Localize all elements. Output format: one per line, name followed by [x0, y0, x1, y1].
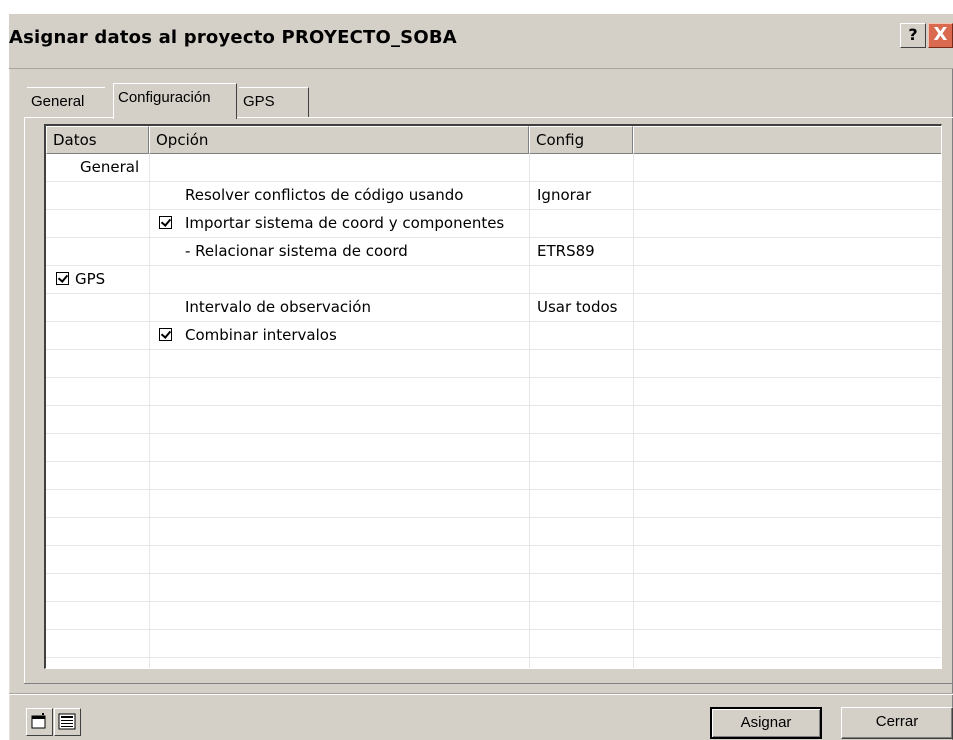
window-icon-button[interactable] [26, 708, 53, 736]
opcion-checkbox[interactable] [159, 210, 172, 238]
table-row[interactable]: GPS [46, 266, 941, 294]
title-separator [9, 68, 953, 69]
close-button[interactable]: Cerrar [841, 707, 953, 739]
datos-cell: GPS [75, 270, 106, 288]
table-row [46, 350, 941, 378]
column-header-datos[interactable]: Datos [46, 126, 149, 154]
assign-button[interactable]: Asignar [710, 707, 822, 739]
tab-general[interactable]: General [27, 87, 105, 117]
table-row [46, 490, 941, 518]
checkbox-checked-icon[interactable] [159, 216, 172, 229]
table-row [46, 378, 941, 406]
column-header-opcion[interactable]: Opción [149, 126, 529, 154]
help-button[interactable]: ? [900, 23, 926, 48]
table-row [46, 602, 941, 630]
opcion-cell: - Relacionar sistema de coord [185, 242, 408, 260]
opcion-cell: Combinar intervalos [185, 326, 337, 344]
tab-gps[interactable]: GPS [239, 87, 309, 117]
close-icon[interactable]: X [928, 23, 953, 48]
table-row [46, 574, 941, 602]
config-cell[interactable]: Usar todos [537, 294, 618, 322]
window-icon [31, 713, 46, 729]
opcion-cell: Resolver conflictos de código usando [185, 186, 464, 204]
title-bar[interactable]: Asignar datos al proyecto PROYECTO_SOBA … [9, 14, 953, 68]
table-row[interactable]: Importar sistema de coord y componentes [46, 210, 941, 238]
list-icon [58, 713, 76, 730]
grid-rows: General Resolver conflictos de código us… [46, 154, 941, 658]
opcion-cell: Intervalo de observación [185, 298, 371, 316]
table-row [46, 434, 941, 462]
config-cell[interactable]: ETRS89 [537, 238, 595, 266]
table-row[interactable]: Intervalo de observación Usar todos [46, 294, 941, 322]
list-icon-button[interactable] [54, 708, 81, 736]
assign-data-dialog: Asignar datos al proyecto PROYECTO_SOBA … [9, 14, 953, 740]
config-cell[interactable]: Ignorar [537, 182, 591, 210]
tab-general-label: General [31, 93, 85, 110]
opcion-checkbox[interactable] [159, 322, 172, 350]
opcion-cell: Importar sistema de coord y componentes [185, 214, 505, 232]
table-row[interactable]: Combinar intervalos [46, 322, 941, 350]
config-grid[interactable]: Datos Opción Config General Resolver con… [44, 124, 942, 669]
tab-gps-label: GPS [243, 93, 275, 110]
tab-configuracion-label: Configuración [118, 89, 211, 106]
footer-separator-highlight [9, 694, 953, 695]
table-row [46, 406, 941, 434]
panel-border [24, 683, 953, 684]
datos-cell: General [80, 158, 140, 176]
table-row[interactable]: - Relacionar sistema de coord ETRS89 [46, 238, 941, 266]
table-row [46, 518, 941, 546]
table-row[interactable]: Resolver conflictos de código usando Ign… [46, 182, 941, 210]
table-row [46, 546, 941, 574]
table-row [46, 630, 941, 658]
checkbox-checked-icon[interactable] [56, 272, 69, 285]
checkbox-checked-icon[interactable] [159, 328, 172, 341]
column-header-config[interactable]: Config [529, 126, 633, 154]
tab-configuracion[interactable]: Configuración [113, 83, 237, 119]
grid-header: Datos Opción Config [46, 126, 941, 154]
column-header-empty[interactable] [633, 126, 941, 154]
table-row[interactable]: General [46, 154, 941, 182]
datos-checkbox[interactable] [56, 266, 69, 294]
dialog-title: Asignar datos al proyecto PROYECTO_SOBA [9, 27, 457, 48]
table-row [46, 462, 941, 490]
